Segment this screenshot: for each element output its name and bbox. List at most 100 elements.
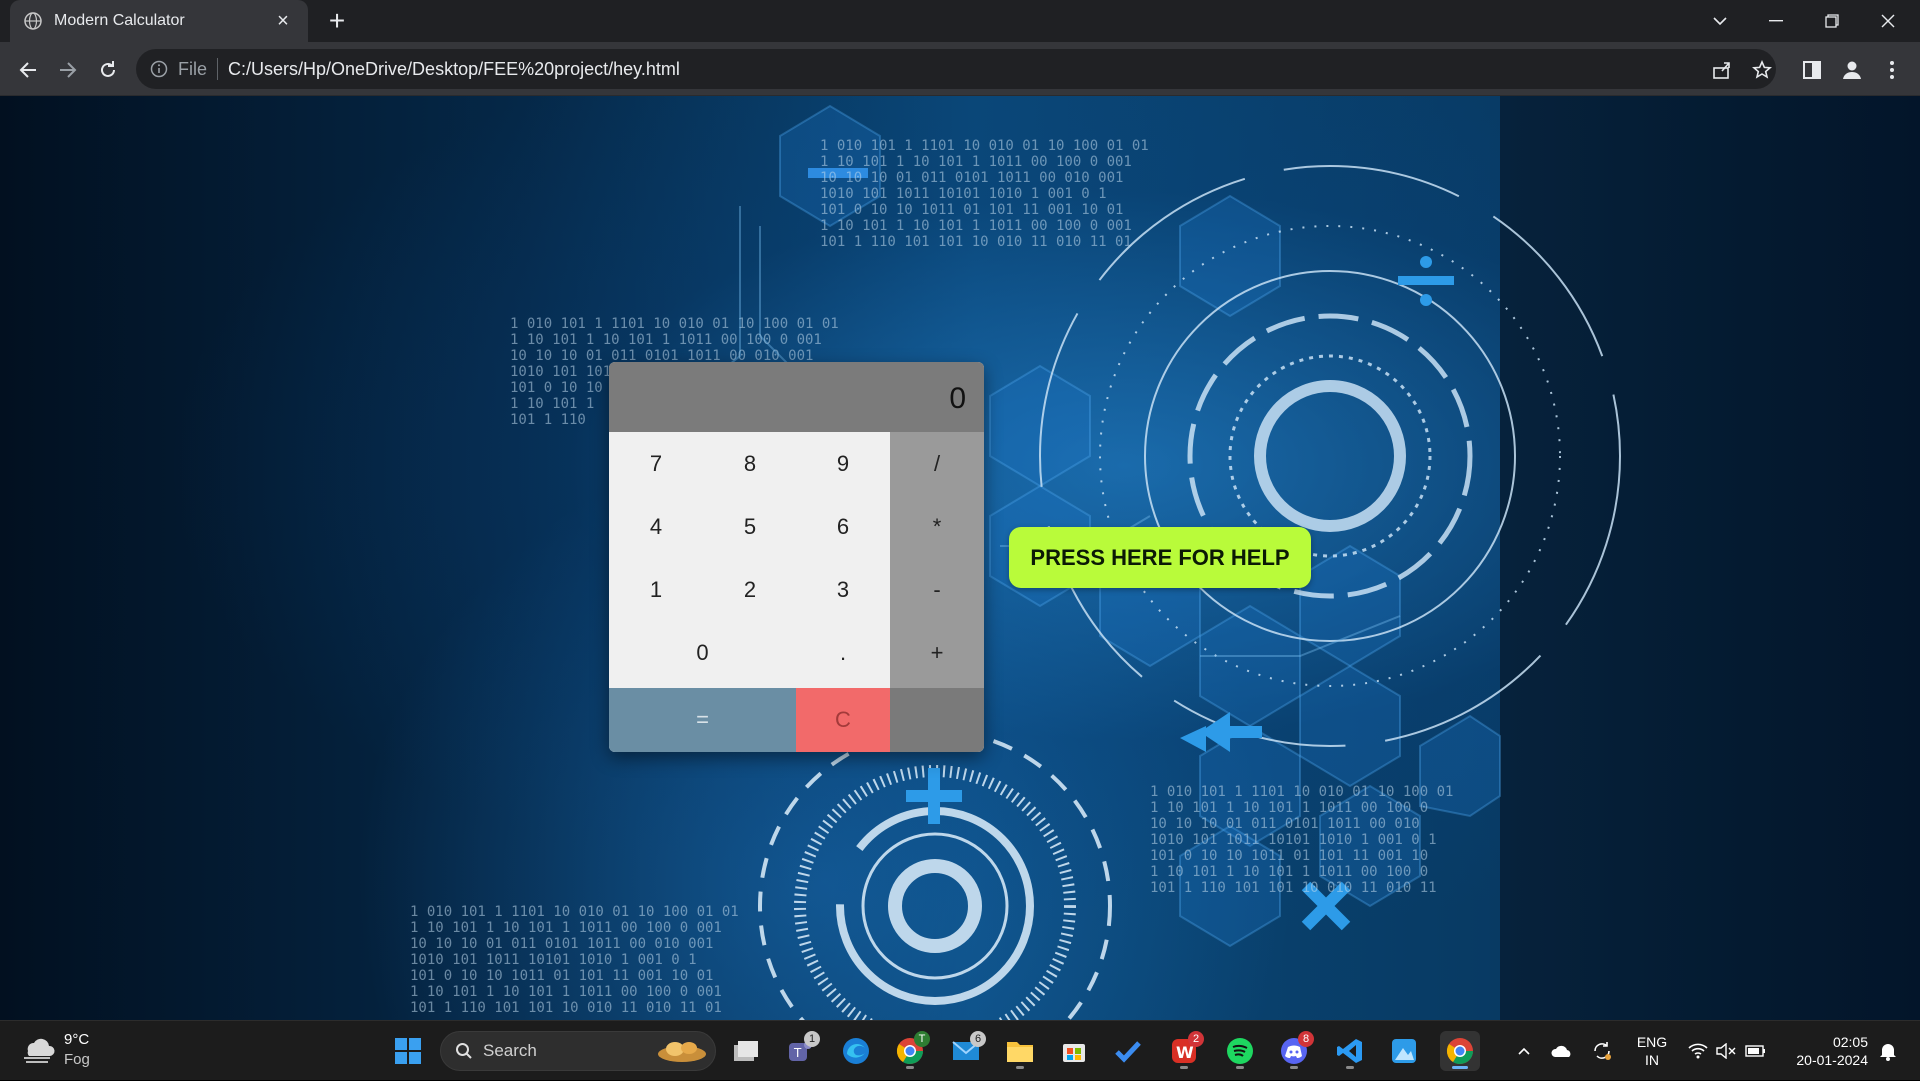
browser-tab[interactable]: Modern Calculator × <box>10 0 308 42</box>
chrome-active-icon[interactable] <box>1440 1031 1480 1071</box>
svg-text:1 10 101 1 10 101 1 1011: 1 10 101 1 10 101 1 1011 00 100 0 <box>1150 864 1428 880</box>
key-3[interactable]: 3 <box>796 558 890 621</box>
spotify-icon[interactable] <box>1220 1031 1260 1071</box>
tab-title: Modern Calculator <box>54 12 185 29</box>
key-clear[interactable]: C <box>796 688 890 752</box>
close-tab-icon[interactable]: × <box>272 10 294 33</box>
profile-icon[interactable] <box>1834 52 1870 88</box>
key-6[interactable]: 6 <box>796 495 890 558</box>
volume-muted-icon[interactable] <box>1712 1021 1740 1081</box>
help-button[interactable]: PRESS HERE FOR HELP <box>1009 527 1311 588</box>
key-8[interactable]: 8 <box>703 432 797 495</box>
photos-icon[interactable] <box>1384 1031 1424 1071</box>
teams-icon[interactable]: T 1 <box>780 1031 820 1071</box>
calculator-display: 0 <box>609 362 984 432</box>
bookmark-star-icon[interactable] <box>1744 52 1780 88</box>
microsoft-store-icon[interactable] <box>1054 1031 1094 1071</box>
weather-condition: Fog <box>64 1051 90 1068</box>
language-indicator[interactable]: ENG IN <box>1630 1033 1674 1069</box>
mail-badge: 6 <box>970 1031 986 1047</box>
back-arrow-icon[interactable] <box>10 52 46 88</box>
calculator: 0 7 8 9 / 4 5 6 * 1 2 3 - 0 . + = C <box>609 362 984 752</box>
info-icon[interactable] <box>150 60 168 78</box>
todo-check-icon[interactable] <box>1108 1031 1148 1071</box>
new-tab-button[interactable]: + <box>322 6 352 36</box>
key-4[interactable]: 4 <box>609 495 703 558</box>
clock-date: 20-01-2024 <box>1796 1052 1868 1068</box>
key-add[interactable]: + <box>890 621 984 684</box>
address-bar[interactable]: File C:/Users/Hp/OneDrive/Desktop/FEE%20… <box>136 49 1776 89</box>
running-indicator <box>906 1066 914 1069</box>
running-indicator <box>1236 1066 1244 1069</box>
language-code: ENG <box>1636 1034 1668 1050</box>
running-indicator <box>1016 1066 1024 1069</box>
page-viewport: 1 010 101 1 1101 10 010 01 10 100 01 0 1 … <box>0 96 1920 1020</box>
side-panel-icon[interactable] <box>1794 52 1830 88</box>
start-windows-icon[interactable] <box>388 1031 428 1071</box>
key-divide[interactable]: / <box>890 432 984 495</box>
key-decimal[interactable]: . <box>796 621 890 684</box>
svg-text:10 10 10 01 011 0101 1011: 10 10 10 01 011 0101 1011 00 010 <box>1150 816 1420 832</box>
language-region: IN <box>1645 1052 1659 1068</box>
svg-text:101 1 110: 101 1 110 <box>510 412 586 428</box>
file-explorer-icon[interactable] <box>1000 1031 1040 1071</box>
svg-text:101 1 110 101 101 10 010 1: 101 1 110 101 101 10 010 11 010 11 <box>1150 880 1437 896</box>
svg-text:1 10 101 1: 1 10 101 1 <box>510 396 594 412</box>
search-highlight-icon <box>658 1042 706 1062</box>
svg-text:1010 101 1011 10101 1010 1: 1010 101 1011 10101 1010 1 001 0 1 <box>820 186 1107 202</box>
empty-key-slot <box>890 688 984 752</box>
minimize-icon[interactable] <box>1748 0 1804 42</box>
wps-office-icon[interactable]: W 2 <box>1164 1031 1204 1071</box>
address-divider <box>217 58 219 80</box>
taskbar-search[interactable]: Search <box>440 1031 716 1071</box>
notification-bell-icon[interactable] <box>1874 1021 1902 1081</box>
globe-icon <box>24 12 42 30</box>
browser-tab-strip: Modern Calculator × + <box>0 0 1920 42</box>
svg-text:1 10 101 1 10 101 1 1011: 1 10 101 1 10 101 1 1011 00 100 0 001 <box>410 984 722 1000</box>
key-9[interactable]: 9 <box>796 432 890 495</box>
clock-time: 02:05 <box>1832 1034 1868 1050</box>
close-window-icon[interactable] <box>1860 0 1916 42</box>
active-indicator <box>1452 1066 1468 1069</box>
running-indicator <box>1290 1066 1298 1069</box>
key-2[interactable]: 2 <box>703 558 797 621</box>
teams-badge: 1 <box>804 1031 820 1047</box>
wifi-icon[interactable] <box>1684 1021 1712 1081</box>
address-url[interactable]: C:/Users/Hp/OneDrive/Desktop/FEE%20proje… <box>228 59 680 80</box>
key-multiply[interactable]: * <box>890 495 984 558</box>
edge-icon[interactable] <box>836 1031 876 1071</box>
key-1[interactable]: 1 <box>609 558 703 621</box>
windows-taskbar: 9°C Fog Search T 1 T 6 W 2 8 ENG IN 02:0… <box>0 1020 1920 1080</box>
key-0[interactable]: 0 <box>609 621 796 684</box>
weather-temperature: 9°C <box>64 1031 90 1048</box>
key-subtract[interactable]: - <box>890 558 984 621</box>
running-indicator <box>1346 1066 1354 1069</box>
svg-text:101 0 10 10 1011 01 101 11: 101 0 10 10 1011 01 101 11 001 10 01 <box>820 202 1123 218</box>
weather-widget[interactable]: 9°C Fog <box>20 1029 110 1073</box>
system-clock[interactable]: 02:05 20-01-2024 <box>1782 1033 1868 1069</box>
show-hidden-icons-chevron[interactable] <box>1512 1021 1536 1081</box>
running-indicator <box>1180 1066 1188 1069</box>
mail-icon[interactable]: 6 <box>946 1031 986 1071</box>
key-equals[interactable]: = <box>609 688 796 752</box>
task-view-icon[interactable] <box>726 1031 766 1071</box>
reload-icon[interactable] <box>90 52 126 88</box>
svg-text:101 1 110 101 101 10 010 1: 101 1 110 101 101 10 010 11 010 11 01 <box>410 1000 722 1016</box>
sync-icon[interactable] <box>1588 1021 1616 1081</box>
svg-text:T: T <box>793 1046 802 1060</box>
key-5[interactable]: 5 <box>703 495 797 558</box>
onedrive-cloud-icon[interactable] <box>1548 1021 1576 1081</box>
discord-icon[interactable]: 8 <box>1274 1031 1314 1071</box>
tab-search-chevron-icon[interactable] <box>1692 0 1748 42</box>
vscode-icon[interactable] <box>1330 1031 1370 1071</box>
key-7[interactable]: 7 <box>609 432 703 495</box>
restore-icon[interactable] <box>1804 0 1860 42</box>
svg-text:1 010 101 1 1101 10 010 01: 1 010 101 1 1101 10 010 01 10 100 01 01 <box>410 904 739 920</box>
battery-icon[interactable] <box>1742 1021 1770 1081</box>
menu-kebab-icon[interactable] <box>1874 52 1910 88</box>
svg-text:1 010 101 1 1101 10 010 01: 1 010 101 1 1101 10 010 01 10 100 01 <box>1150 784 1453 800</box>
forward-arrow-icon[interactable] <box>50 52 86 88</box>
share-icon[interactable] <box>1704 52 1740 88</box>
chrome-profile-icon[interactable]: T <box>890 1031 930 1071</box>
svg-text:101 0 10 10 1011 01 101 11: 101 0 10 10 1011 01 101 11 001 10 01 <box>410 968 713 984</box>
